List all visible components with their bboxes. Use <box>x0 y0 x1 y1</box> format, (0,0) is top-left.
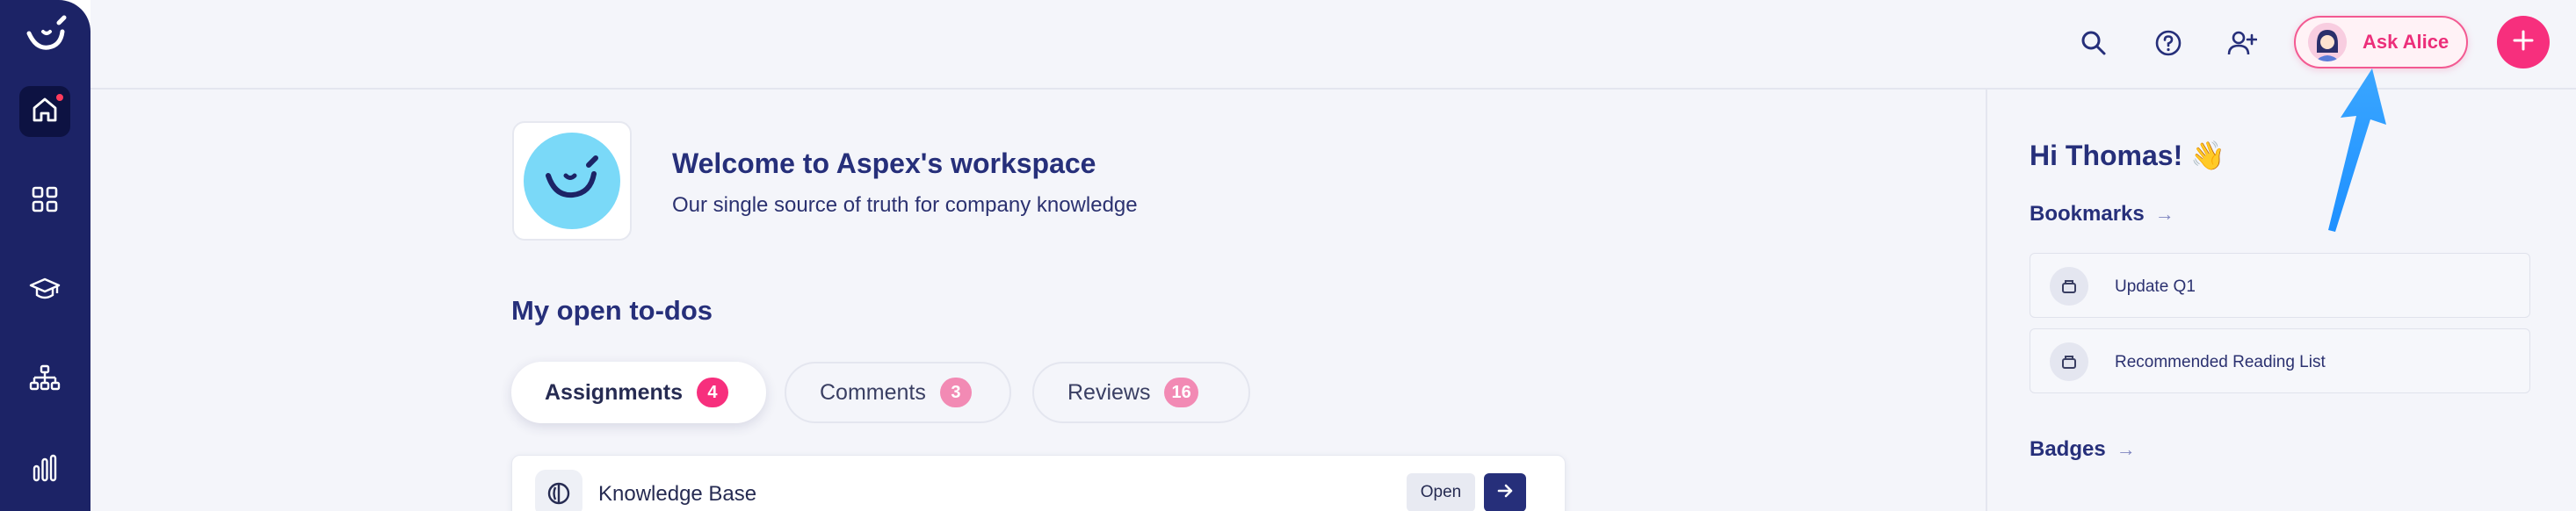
bookmarks-heading: Bookmarks <box>2030 202 2145 226</box>
todo-item-knowledge-base[interactable]: Knowledge Base Open <box>511 455 1566 511</box>
bookmarks-link[interactable]: Bookmarks → <box>2030 202 2174 227</box>
bookmark-label: Update Q1 <box>2115 277 2196 296</box>
ask-alice-label: Ask Alice <box>2363 31 2449 53</box>
help-button[interactable] <box>2146 23 2190 67</box>
bookmark-label: Recommended Reading List <box>2115 353 2326 371</box>
tab-label: Reviews <box>1067 379 1151 405</box>
tab-label: Assignments <box>545 379 683 405</box>
badges-link[interactable]: Badges → <box>2030 437 2136 462</box>
org-chart-icon <box>29 363 61 399</box>
arrow-right-icon: → <box>2154 203 2174 225</box>
tab-count-badge: 3 <box>939 378 972 407</box>
main-area: Ask Alice Welcome to Aspex's workspace O… <box>90 0 2576 511</box>
tab-assignments[interactable]: Assignments 4 <box>511 362 766 423</box>
tab-comments[interactable]: Comments 3 <box>785 362 1011 423</box>
workspace-logo <box>512 121 632 241</box>
add-user-icon <box>2227 28 2258 62</box>
badges-heading: Badges <box>2030 437 2106 461</box>
bookmark-item[interactable]: Recommended Reading List <box>2030 328 2530 393</box>
sidebar <box>0 0 90 511</box>
bookmark-icon <box>2050 267 2088 306</box>
greeting: Hi Thomas! 👋 <box>2030 140 2225 171</box>
invite-user-button[interactable] <box>2220 23 2264 67</box>
tab-label: Comments <box>820 379 926 405</box>
workspace-title: Welcome to Aspex's workspace <box>672 148 1096 179</box>
ask-alice-button[interactable]: Ask Alice <box>2294 16 2468 68</box>
todos-heading: My open to-dos <box>511 295 713 326</box>
arrow-right-icon: → <box>2116 438 2136 460</box>
sidebar-item-org-chart[interactable] <box>19 355 70 406</box>
tab-count-badge: 4 <box>696 378 728 407</box>
topbar: Ask Alice <box>90 0 2576 90</box>
tab-count-badge: 16 <box>1164 378 1198 407</box>
knowledge-base-icon <box>535 470 582 511</box>
help-icon <box>2153 28 2183 62</box>
notification-dot <box>54 92 65 103</box>
search-button[interactable] <box>2072 23 2116 67</box>
bar-chart-icon <box>29 452 61 488</box>
plus-icon <box>2510 27 2536 58</box>
tab-reviews[interactable]: Reviews 16 <box>1032 362 1250 423</box>
grid-apps-icon <box>29 184 61 220</box>
bookmark-icon <box>2050 342 2088 381</box>
search-icon <box>2079 28 2109 62</box>
todo-item-label: Knowledge Base <box>598 482 757 506</box>
graduation-cap-icon <box>29 273 61 309</box>
smile-logo-icon[interactable] <box>24 14 69 58</box>
right-panel: Hi Thomas! 👋 Bookmarks → Update Q1 Recom… <box>1986 90 2576 511</box>
smile-logo-icon <box>524 133 620 229</box>
alice-avatar-icon <box>2308 23 2347 61</box>
annotation-arrow-icon <box>2328 68 2386 232</box>
open-button[interactable]: Open <box>1407 473 1475 511</box>
sidebar-item-apps[interactable] <box>19 176 70 227</box>
sidebar-item-learning[interactable] <box>19 265 70 316</box>
bookmark-item[interactable]: Update Q1 <box>2030 253 2530 318</box>
go-arrow-button[interactable] <box>1484 473 1526 511</box>
arrow-right-icon <box>1495 481 1515 505</box>
sidebar-item-home[interactable] <box>19 86 70 137</box>
create-new-button[interactable] <box>2497 16 2550 68</box>
sidebar-item-analytics[interactable] <box>19 444 70 495</box>
workspace-subtitle: Our single source of truth for company k… <box>672 193 1138 217</box>
